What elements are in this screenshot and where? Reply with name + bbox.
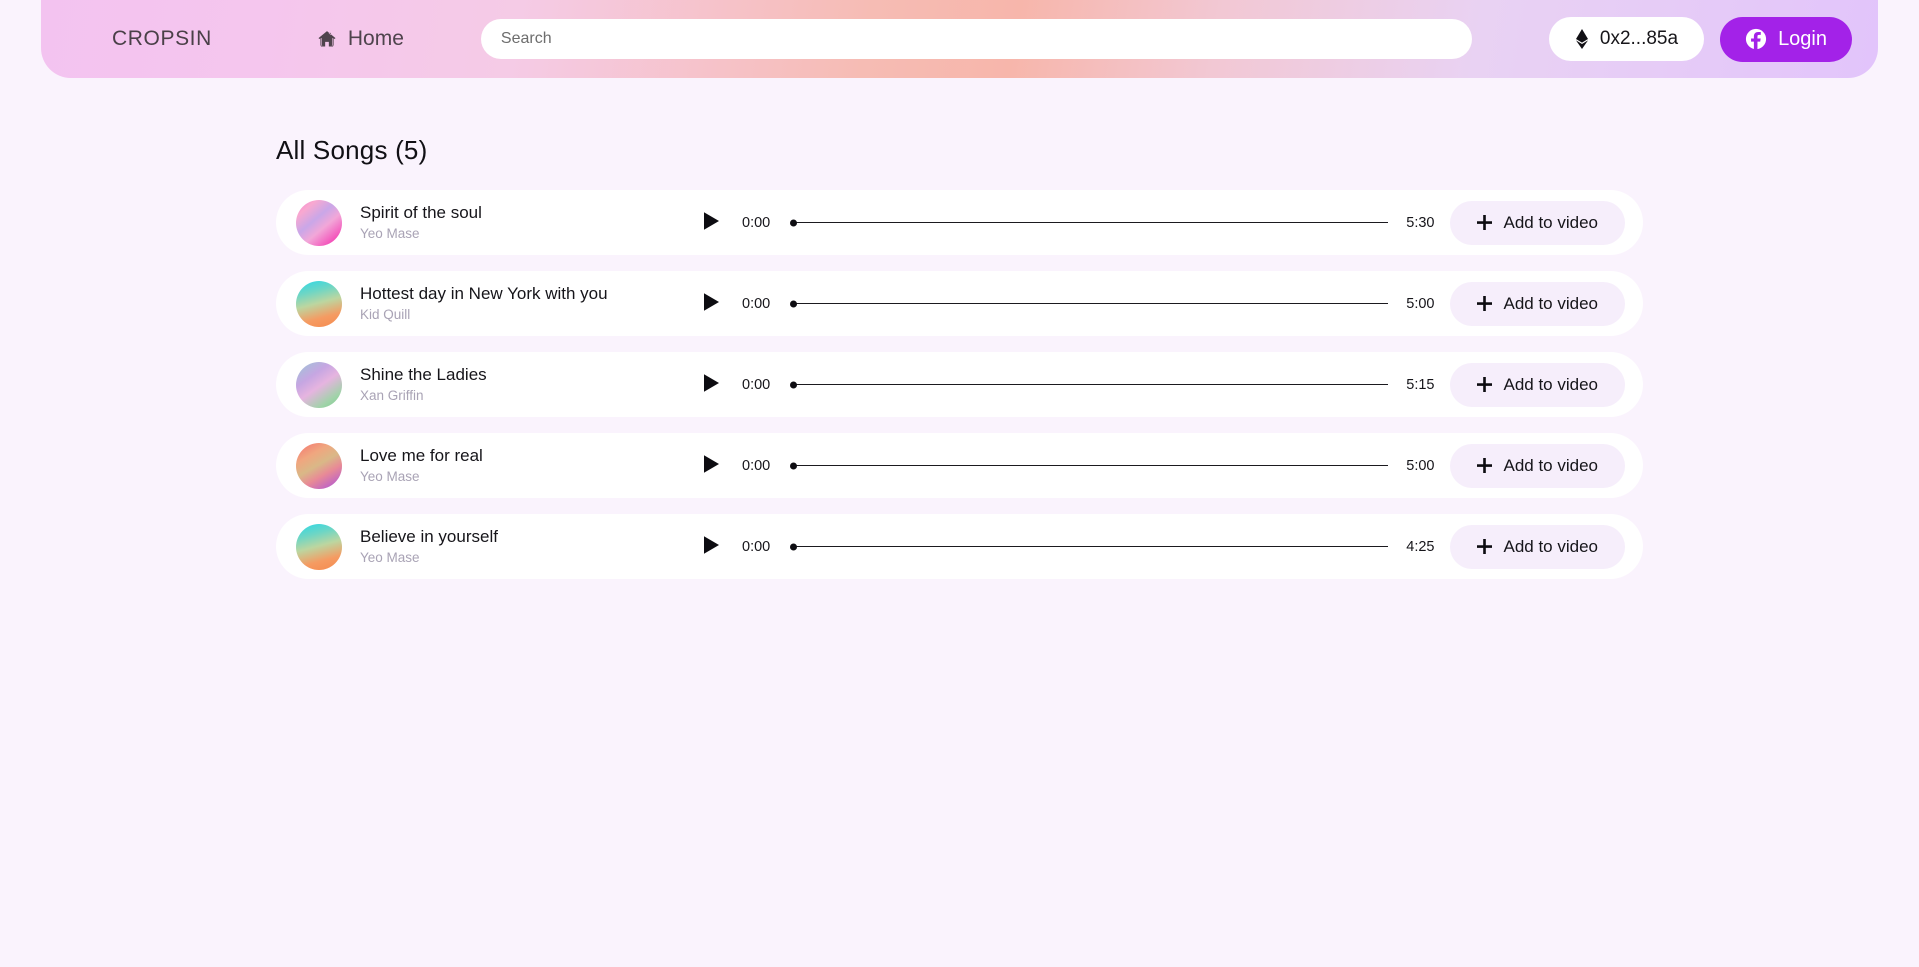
song-artist: Xan Griffin	[360, 388, 424, 404]
song-meta: Shine the Ladies Xan Griffin	[360, 364, 690, 405]
main-content: All Songs (5) Spirit of the soul Yeo Mas…	[0, 78, 1919, 595]
song-artist: Yeo Mase	[360, 550, 420, 566]
play-icon	[699, 371, 723, 398]
app-header: CROPSIN Home 0x2...85a Login	[41, 0, 1878, 78]
add-to-video-button[interactable]: Add to video	[1450, 443, 1625, 488]
song-title: Shine the Ladies	[360, 365, 487, 385]
nav-home-label: Home	[347, 27, 404, 50]
album-art	[296, 523, 342, 570]
play-icon	[699, 533, 723, 560]
song-title: Believe in yourself	[360, 527, 498, 547]
add-to-video-button[interactable]: Add to video	[1450, 524, 1625, 569]
song-row[interactable]: Love me for real Yeo Mase 0:00 5:00 Add …	[276, 433, 1643, 498]
album-art	[296, 361, 342, 408]
home-icon	[317, 29, 337, 49]
progress-slider[interactable]	[790, 216, 1389, 230]
facebook-icon	[1745, 28, 1767, 50]
current-time: 0:00	[742, 457, 771, 474]
progress-track	[796, 221, 1389, 224]
progress-track	[796, 464, 1389, 467]
wallet-address-text: 0x2...85a	[1599, 28, 1679, 49]
plus-icon	[1477, 458, 1493, 473]
play-icon	[699, 452, 723, 479]
login-button-label: Login	[1778, 27, 1827, 50]
progress-slider[interactable]	[790, 459, 1389, 473]
add-to-video-label: Add to video	[1503, 293, 1598, 313]
album-art	[296, 442, 342, 489]
album-art	[296, 199, 342, 246]
add-to-video-label: Add to video	[1503, 536, 1598, 556]
add-to-video-button[interactable]: Add to video	[1450, 281, 1625, 326]
song-artist: Kid Quill	[360, 307, 411, 323]
play-button[interactable]	[698, 453, 724, 479]
ethereum-icon	[1575, 29, 1589, 49]
login-button[interactable]: Login	[1720, 16, 1852, 62]
progress-slider[interactable]	[790, 378, 1389, 392]
current-time: 0:00	[742, 376, 771, 393]
song-meta: Hottest day in New York with you Kid Qui…	[360, 283, 690, 324]
current-time: 0:00	[742, 538, 771, 555]
play-button[interactable]	[698, 291, 724, 317]
progress-thumb[interactable]	[790, 381, 797, 388]
add-to-video-button[interactable]: Add to video	[1450, 362, 1625, 407]
progress-track	[796, 545, 1389, 548]
progress-thumb[interactable]	[790, 219, 797, 226]
duration-time: 4:25	[1406, 538, 1435, 555]
brand-logo[interactable]: CROPSIN	[112, 27, 212, 51]
plus-icon	[1477, 377, 1493, 392]
nav-item-home[interactable]: Home	[317, 27, 404, 51]
song-row[interactable]: Hottest day in New York with you Kid Qui…	[276, 271, 1643, 336]
page-title: All Songs (5)	[276, 135, 428, 165]
song-list: Spirit of the soul Yeo Mase 0:00 5:30 Ad…	[276, 190, 1643, 579]
song-row[interactable]: Spirit of the soul Yeo Mase 0:00 5:30 Ad…	[276, 190, 1643, 255]
album-art	[296, 280, 342, 327]
song-title: Hottest day in New York with you	[360, 284, 608, 304]
song-title: Spirit of the soul	[360, 203, 482, 223]
add-to-video-label: Add to video	[1503, 212, 1598, 232]
search-container	[404, 19, 1549, 59]
progress-thumb[interactable]	[790, 543, 797, 550]
song-meta: Spirit of the soul Yeo Mase	[360, 202, 690, 243]
song-row[interactable]: Believe in yourself Yeo Mase 0:00 4:25 A…	[276, 514, 1643, 579]
song-row[interactable]: Shine the Ladies Xan Griffin 0:00 5:15 A…	[276, 352, 1643, 417]
wallet-address-badge[interactable]: 0x2...85a	[1548, 17, 1705, 61]
song-artist: Yeo Mase	[360, 469, 420, 485]
plus-icon	[1477, 215, 1493, 230]
play-icon	[699, 290, 723, 317]
duration-time: 5:00	[1406, 457, 1435, 474]
current-time: 0:00	[742, 214, 771, 231]
plus-icon	[1477, 296, 1493, 311]
progress-track	[796, 383, 1389, 386]
duration-time: 5:00	[1406, 295, 1435, 312]
duration-time: 5:30	[1406, 214, 1435, 231]
add-to-video-button[interactable]: Add to video	[1450, 200, 1625, 245]
progress-track	[796, 302, 1389, 305]
song-meta: Believe in yourself Yeo Mase	[360, 526, 690, 567]
add-to-video-label: Add to video	[1503, 455, 1598, 475]
plus-icon	[1477, 539, 1493, 554]
song-artist: Yeo Mase	[360, 226, 420, 242]
current-time: 0:00	[742, 295, 771, 312]
song-meta: Love me for real Yeo Mase	[360, 445, 690, 486]
play-button[interactable]	[698, 372, 724, 398]
play-icon	[699, 209, 723, 236]
progress-slider[interactable]	[790, 297, 1389, 311]
play-button[interactable]	[698, 534, 724, 560]
song-title: Love me for real	[360, 446, 483, 466]
add-to-video-label: Add to video	[1503, 374, 1598, 394]
duration-time: 5:15	[1406, 376, 1435, 393]
search-input[interactable]	[480, 19, 1472, 59]
progress-thumb[interactable]	[790, 300, 797, 307]
progress-thumb[interactable]	[790, 462, 797, 469]
play-button[interactable]	[698, 210, 724, 236]
progress-slider[interactable]	[790, 540, 1389, 554]
